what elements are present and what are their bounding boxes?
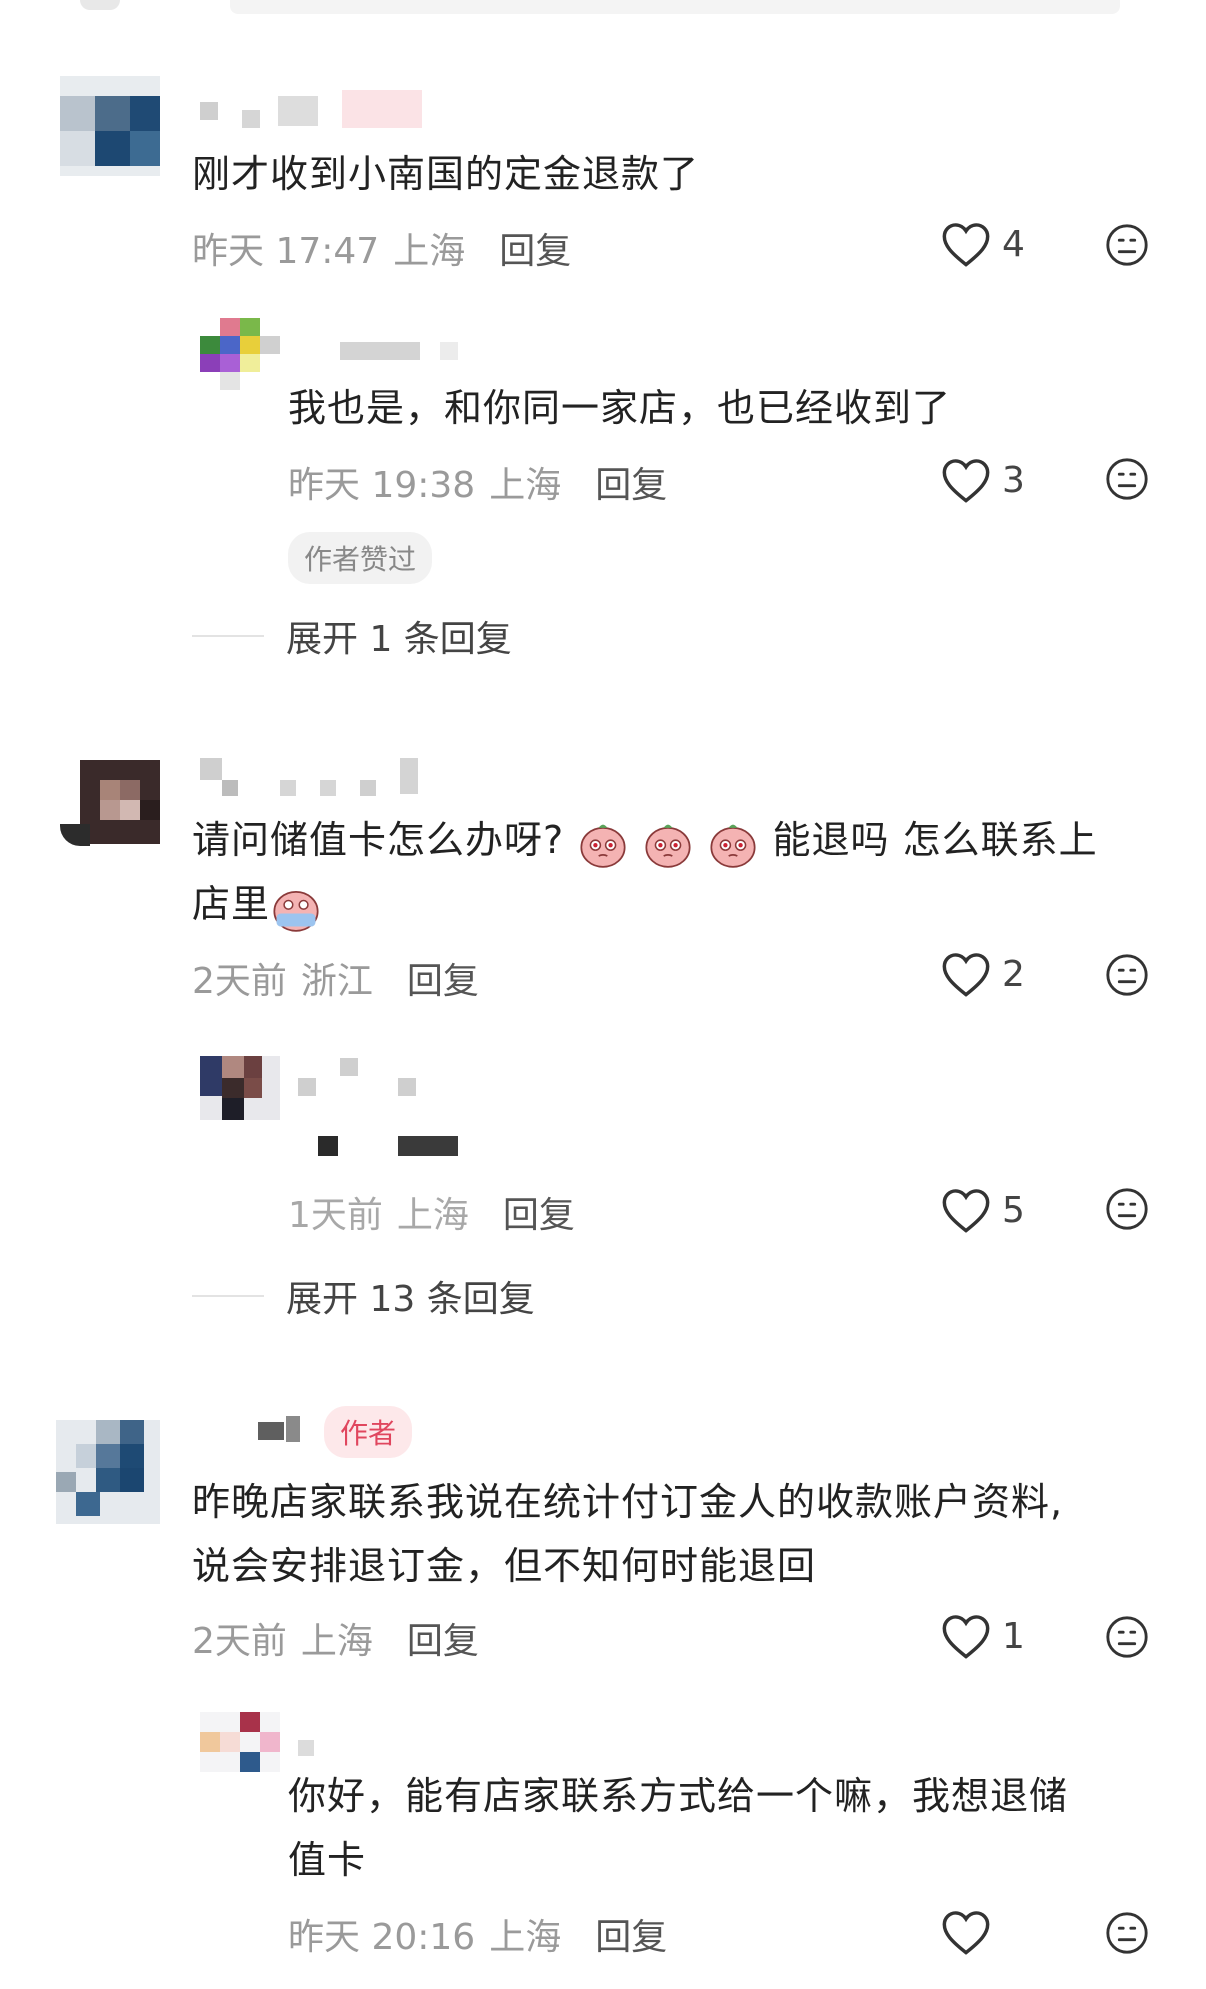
dislike-button[interactable] [1104,1614,1150,1664]
crying-peach-emoji [273,890,319,932]
avatar[interactable] [56,1420,160,1524]
comment-location: 上海 [489,465,562,506]
comment-meta: 1天前 上海 回复 [288,1186,575,1238]
author-badge: 作者 [324,1406,413,1458]
comment-time: 2天前 [192,961,287,1002]
comment-text: 刚才收到小南国的定金退款了 [192,152,700,196]
crying-peach-emoji [710,824,756,868]
username-blurred[interactable] [298,1058,468,1098]
comment-text: 你好，能有店家联系方式给一个嘛，我想退储 [288,1774,1069,1818]
like-count: 3 [1002,459,1025,501]
comment-text-line2: 值卡 [288,1838,367,1882]
like-count: 1 [1002,1615,1025,1657]
like-count: 4 [1002,223,1025,265]
emoji-group [577,818,772,868]
dislike-button[interactable] [1104,222,1150,272]
comment-text-part: 店里 [192,882,271,926]
comment-time: 昨天 17:47 [192,231,380,272]
avatar[interactable] [200,1056,280,1120]
avatar[interactable] [200,318,280,390]
comment-meta: 2天前 浙江 回复 [192,952,479,1004]
avatar[interactable] [60,760,160,850]
author-liked-badge: 作者赞过 [288,532,433,584]
meh-face-icon [1106,954,1148,996]
comment-location: 上海 [396,1195,469,1236]
like-count: 5 [1002,1189,1025,1231]
crying-peach-emoji [580,824,626,868]
comment-time: 昨天 20:16 [288,1917,476,1958]
divider-line [192,635,264,637]
expand-replies-label: 展开 1 条回复 [286,619,512,660]
meh-face-icon [1106,1616,1148,1658]
meh-face-icon [1106,1188,1148,1230]
reply-button[interactable]: 回复 [407,952,479,1004]
comment-text-part: 能退吗 怎么联系上 [772,818,1098,862]
like-button[interactable] [940,1908,992,1956]
username-blurred[interactable] [340,336,480,366]
like-button[interactable]: 1 [940,1612,1025,1660]
dislike-button[interactable] [1104,1186,1150,1236]
expand-replies-button[interactable]: 展开 13 条回复 [192,1270,535,1322]
comment-time: 1天前 [288,1195,383,1236]
comment-text: 请问储值卡怎么办呀? 能退吗 怎么联系上 [192,808,1152,872]
reply-button[interactable]: 回复 [407,1612,479,1664]
heart-outline-icon [942,1189,990,1233]
like-button[interactable]: 5 [940,1186,1025,1234]
username-blurred[interactable] [200,758,430,798]
dislike-button[interactable] [1104,456,1150,506]
like-button[interactable]: 3 [940,456,1025,504]
divider-line [192,1295,264,1297]
comment-meta: 昨天 20:16 上海 回复 [288,1908,667,1960]
expand-replies-button[interactable]: 展开 1 条回复 [192,610,512,662]
comment-location: 上海 [393,231,466,272]
comment-location: 浙江 [300,961,373,1002]
comment-text: 我也是，和你同一家店，也已经收到了 [288,386,952,430]
like-button[interactable]: 2 [940,950,1025,998]
comment-location: 上海 [300,1621,373,1662]
reply-button[interactable]: 回复 [595,1908,667,1960]
comment-text-line2: 店里 [192,872,322,936]
avatar[interactable] [200,1712,280,1772]
like-button[interactable]: 4 [940,220,1025,268]
dislike-button[interactable] [1104,952,1150,1002]
username-blurred[interactable] [298,1736,328,1760]
heart-outline-icon [942,459,990,503]
username-blurred[interactable] [258,1416,308,1446]
heart-outline-icon [942,1615,990,1659]
heart-outline-icon [942,223,990,267]
heart-outline-icon [942,953,990,997]
heart-outline-icon [942,1911,990,1955]
dislike-button[interactable] [1104,1910,1150,1960]
avatar[interactable] [60,76,160,176]
comment-text-blurred [318,1136,458,1160]
reply-button[interactable]: 回复 [595,456,667,508]
expand-replies-label: 展开 13 条回复 [286,1279,535,1320]
comment-time: 2天前 [192,1621,287,1662]
comment-text-part: 请问储值卡怎么办呀? [192,818,565,862]
comment-meta: 2天前 上海 回复 [192,1612,479,1664]
comment-text: 昨晚店家联系我说在统计付订金人的收款账户资料, [192,1480,1064,1524]
top-divider-dot [80,0,120,10]
top-divider [230,0,1120,14]
meh-face-icon [1106,224,1148,266]
comment-meta: 昨天 19:38 上海 回复 [288,456,667,508]
comment-location: 上海 [489,1917,562,1958]
like-count: 2 [1002,953,1025,995]
meh-face-icon [1106,1912,1148,1954]
comment-time: 昨天 19:38 [288,465,476,506]
meh-face-icon [1106,458,1148,500]
comment-text-line2: 说会安排退订金，但不知何时能退回 [192,1544,817,1588]
crying-peach-emoji [645,824,691,868]
reply-button[interactable]: 回复 [503,1186,575,1238]
comment-meta: 昨天 17:47 上海 回复 [192,222,571,274]
username-blurred[interactable] [200,90,430,132]
reply-button[interactable]: 回复 [499,222,571,274]
